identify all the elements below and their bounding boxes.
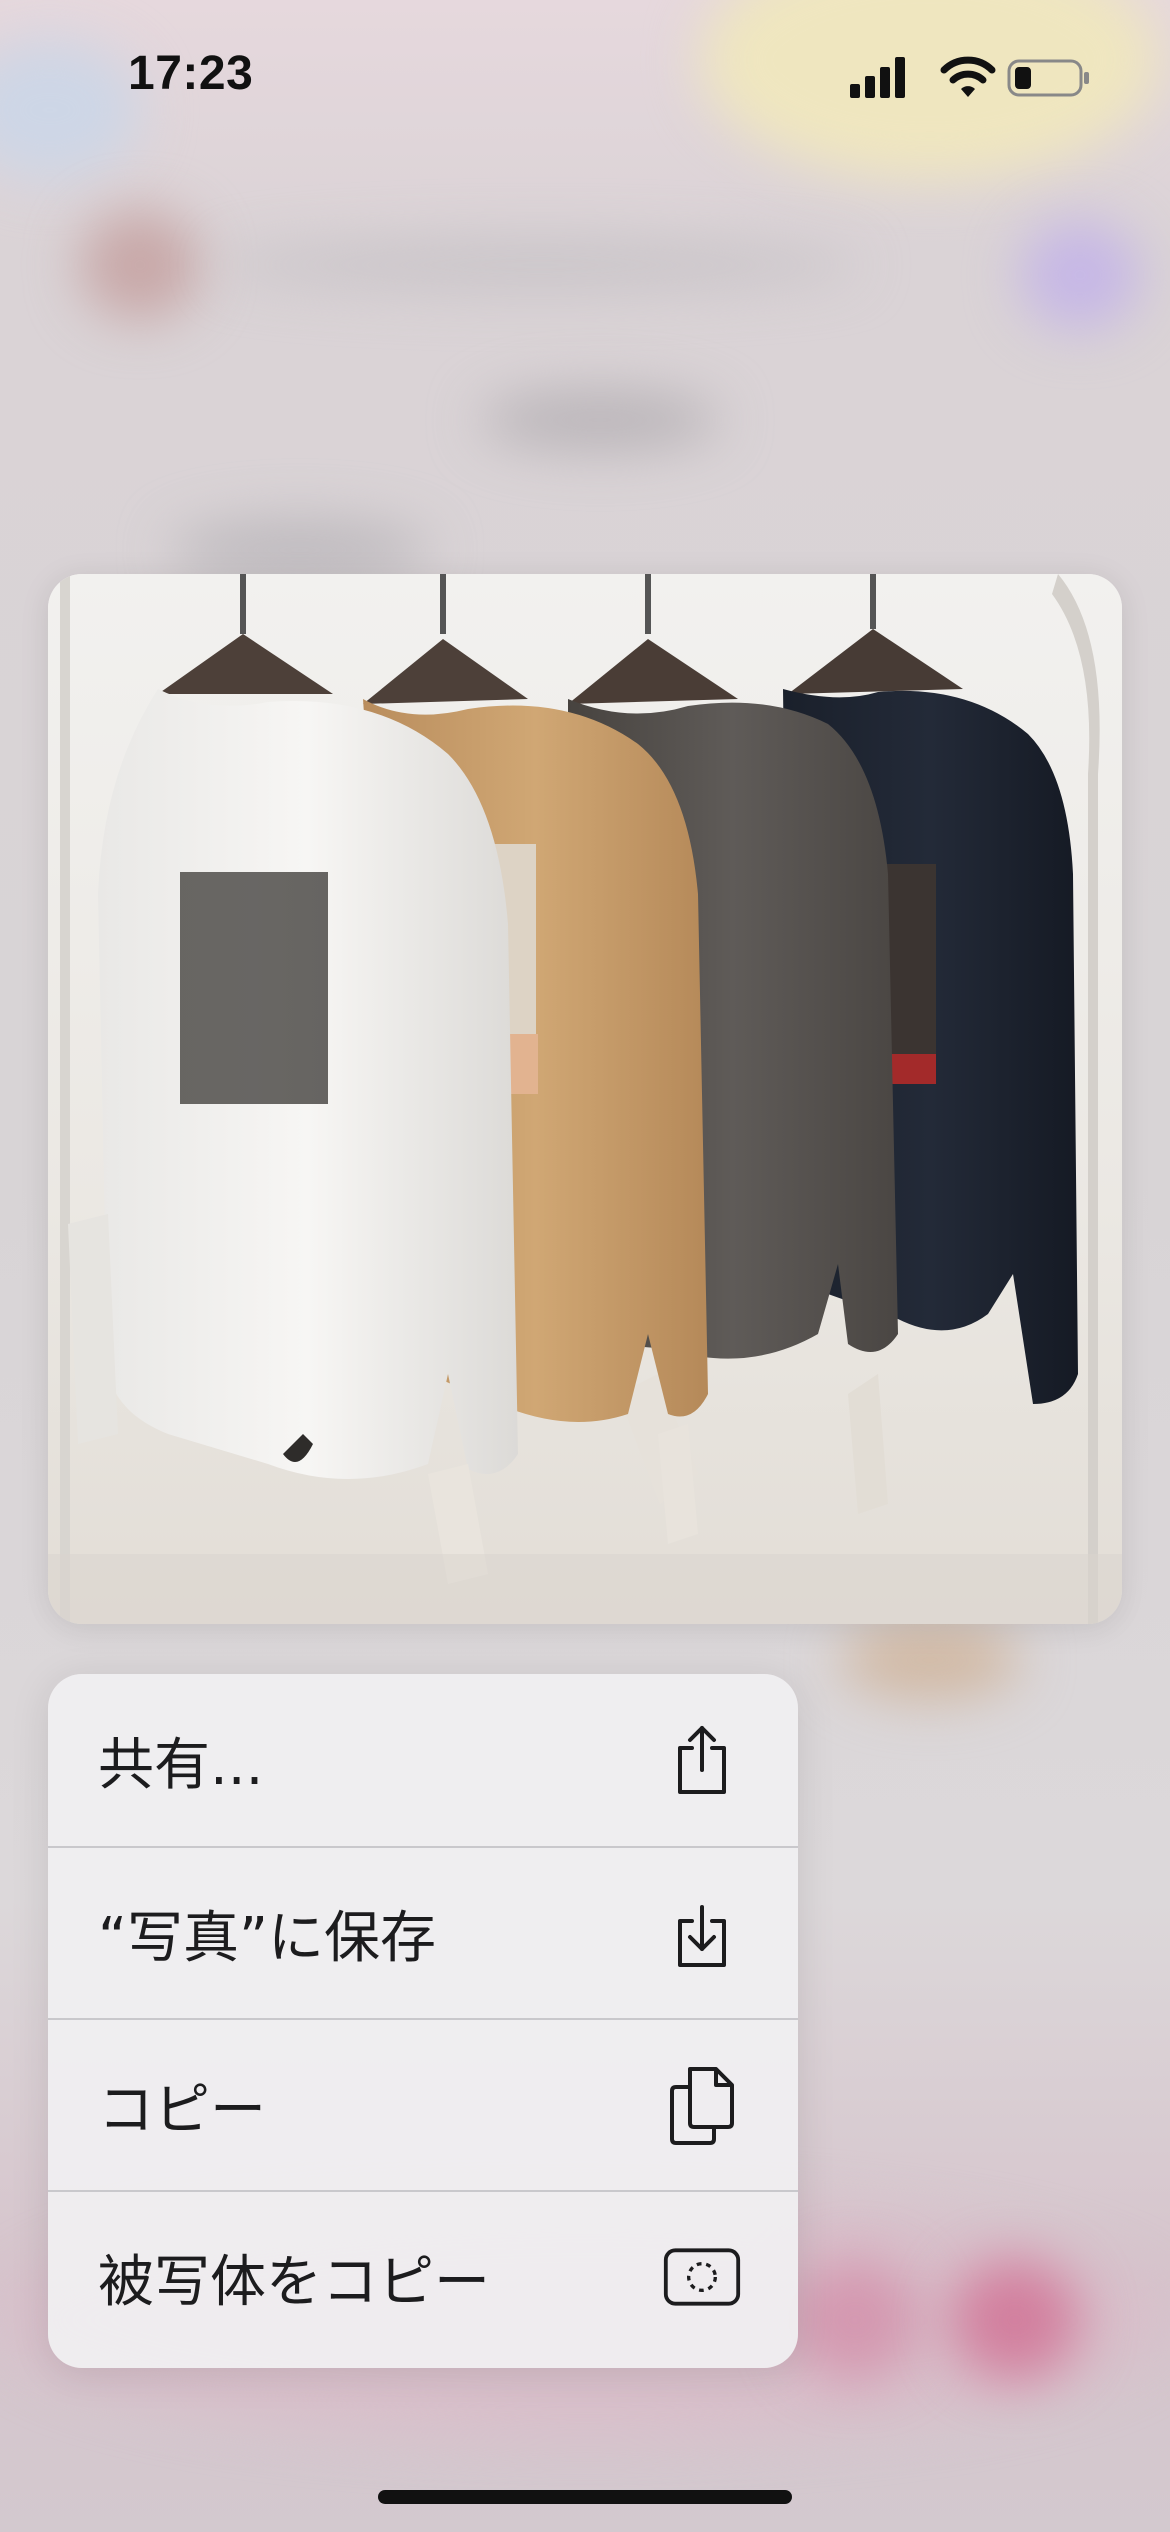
menu-item-label: 被写体をコピー [98,2249,490,2315]
background-blob [80,210,200,320]
status-icons [850,54,1090,102]
context-menu: 共有... “写真”に保存 コピー 被写体をコピー [48,1674,798,2368]
battery-low-icon [1007,59,1089,97]
share-icon [662,1720,742,1800]
background-blob [1020,220,1140,330]
menu-item-copy-subject[interactable]: 被写体をコピー [48,2190,798,2362]
background-blob [220,240,860,290]
background-blob [950,2260,1080,2380]
status-bar: 17:23 [0,0,1170,150]
background-blob [480,390,720,450]
copy-subject-icon [662,2237,742,2317]
status-time: 17:23 [128,47,254,100]
background-blob [170,520,430,580]
menu-item-label: 共有... [98,1732,264,1798]
menu-item-share[interactable]: 共有... [48,1674,798,1846]
wifi-icon [940,56,996,97]
background-blob [790,2260,920,2380]
cellular-signal-icon [850,57,905,98]
home-indicator[interactable] [378,2490,792,2504]
menu-item-copy[interactable]: コピー [48,2018,798,2190]
background-blob [840,1620,1020,1700]
image-preview[interactable] [48,574,1122,1624]
menu-item-save-to-photos[interactable]: “写真”に保存 [48,1846,798,2018]
menu-item-label: コピー [98,2077,266,2143]
copy-icon [662,2065,742,2145]
menu-item-label: “写真”に保存 [98,1905,437,1971]
save-to-photos-icon [662,1893,742,1973]
product-photo [48,574,1122,1624]
